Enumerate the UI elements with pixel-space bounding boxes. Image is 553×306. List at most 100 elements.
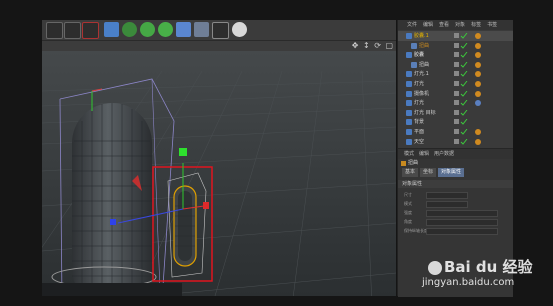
tag-icon[interactable] (474, 61, 484, 69)
menu-view[interactable]: 查看 (439, 20, 449, 30)
visibility-flags[interactable] (454, 71, 468, 78)
attribute-title-text: 扭曲 (408, 160, 419, 166)
visibility-flags[interactable] (454, 99, 468, 106)
background-icon (406, 119, 412, 126)
menu-edit[interactable]: 编辑 (423, 20, 433, 30)
tag-icon[interactable] (474, 42, 484, 50)
object-row[interactable]: 灯光 目标 (398, 108, 513, 118)
tab-basic[interactable]: 基本 (402, 168, 419, 177)
property-field[interactable] (426, 228, 498, 235)
viewport-3d[interactable]: ✥ ↕ ⟳ ▢ (42, 41, 396, 296)
attribute-tabs: 基本 坐标 对象属性 (398, 168, 513, 177)
menu-tags[interactable]: 标签 (471, 20, 481, 30)
pen-spline-icon[interactable] (122, 22, 137, 37)
object-list: 胶囊.1 扭曲 胶囊 扭曲 灯光.1 灯光 摄像机 灯光 灯光 目标 背景 平面 天空 (398, 31, 513, 147)
deformer-icon (401, 161, 406, 166)
object-name: 背景 (414, 119, 425, 126)
viewport-header: ✥ ↕ ⟳ ▢ (42, 41, 396, 51)
visibility-flags[interactable] (454, 138, 468, 145)
capsule-icon (406, 33, 412, 39)
property-label: 保持纵轴长度 (404, 228, 428, 233)
tag-icon[interactable] (474, 51, 484, 59)
plane-icon (406, 129, 412, 135)
baidu-watermark-logo: Bai du 经验 (428, 256, 533, 277)
sky-icon (406, 138, 412, 145)
subdivision-icon[interactable] (140, 22, 155, 37)
object-row[interactable]: 灯光 (398, 79, 513, 89)
light-icon (406, 100, 412, 107)
tag-icon[interactable] (474, 32, 484, 40)
visibility-flags[interactable] (454, 80, 468, 87)
target-icon (406, 109, 412, 116)
property-field[interactable] (426, 201, 468, 208)
attribute-title: 扭曲 (398, 159, 513, 168)
object-row[interactable]: 胶囊.1 (398, 31, 513, 41)
object-name: 胶囊 (414, 52, 425, 59)
object-name: 胶囊.1 (414, 33, 429, 39)
light-bulb-icon[interactable] (232, 22, 247, 37)
tag-icon[interactable] (474, 70, 484, 78)
object-manager-panel: 文件 编辑 查看 对象 标签 书签 胶囊.1 扭曲 胶囊 扭曲 灯光.1 灯光 摄像机 灯光灯… (397, 20, 513, 297)
object-row[interactable]: 平面 (398, 127, 513, 137)
menu-object[interactable]: 对象 (455, 20, 465, 30)
property-label: 强度 (404, 210, 412, 215)
attr-menu-mode[interactable]: 模式 (404, 149, 414, 159)
property-field[interactable] (426, 192, 468, 199)
deformer-bend-icon[interactable] (176, 22, 191, 37)
object-row[interactable]: 摄像机 (398, 89, 513, 99)
object-name: 灯光.1 (414, 71, 429, 78)
tab-coord[interactable]: 坐标 (420, 168, 437, 177)
object-name: 扭曲 (419, 42, 430, 49)
object-name: 扭曲 (419, 61, 430, 68)
light-icon (406, 71, 412, 78)
render-view-icon[interactable] (46, 22, 63, 39)
visibility-flags[interactable] (454, 51, 468, 58)
camera-icon (406, 90, 412, 97)
visibility-flags[interactable] (454, 42, 468, 49)
tag-icon[interactable] (474, 80, 484, 88)
capsule-icon (406, 52, 412, 59)
visibility-flags[interactable] (454, 128, 468, 135)
property-label: 角度 (404, 219, 412, 224)
object-name: 平面 (414, 129, 425, 135)
tag-icon[interactable] (474, 99, 484, 107)
object-row[interactable]: 灯光 (398, 98, 513, 108)
object-name: 灯光 (414, 100, 425, 107)
object-row[interactable]: 胶囊 (398, 50, 513, 60)
object-manager-menu: 文件 编辑 查看 对象 标签 书签 (398, 20, 513, 30)
screenshot: ✥ ↕ ⟳ ▢ 文件 编辑 查看 对象 标签 书签 胶囊.1 扭曲 胶囊 扭曲 … (0, 0, 553, 306)
object-name: 灯光 (414, 81, 425, 87)
base-disc (42, 283, 182, 296)
visibility-flags[interactable] (454, 32, 468, 39)
attr-menu-userdata[interactable]: 用户数据 (434, 149, 454, 159)
deformer-icon (411, 61, 417, 68)
menu-file[interactable]: 文件 (407, 20, 417, 30)
viewport-nav-icons[interactable]: ✥ ↕ ⟳ ▢ (352, 41, 394, 51)
floor-scene-icon[interactable] (194, 22, 209, 37)
array-icon[interactable] (158, 22, 173, 37)
visibility-flags[interactable] (454, 61, 468, 68)
object-row[interactable]: 背景 (398, 117, 513, 127)
object-row[interactable]: 扭曲 (398, 60, 513, 70)
property-field[interactable] (426, 219, 498, 226)
object-row[interactable]: 扭曲 (398, 41, 513, 51)
property-label: 尺寸 (404, 192, 412, 197)
object-row[interactable]: 灯光.1 (398, 69, 513, 79)
object-row[interactable]: 天空 (398, 137, 513, 147)
camera-icon[interactable] (212, 22, 229, 39)
tag-icon[interactable] (474, 138, 484, 146)
menu-bookmarks[interactable]: 书签 (487, 20, 497, 30)
baidu-watermark-url: jingyan.baidu.com (422, 277, 515, 288)
tag-icon[interactable] (474, 128, 484, 136)
render-settings-icon[interactable] (82, 22, 99, 39)
visibility-flags[interactable] (454, 119, 468, 126)
visibility-flags[interactable] (454, 109, 468, 116)
cube-icon[interactable] (104, 22, 119, 37)
render-picture-icon[interactable] (64, 22, 81, 39)
visibility-flags[interactable] (454, 90, 468, 97)
tag-icon[interactable] (474, 90, 484, 98)
tab-object[interactable]: 对象属性 (438, 168, 465, 177)
property-field[interactable] (426, 210, 498, 217)
attr-menu-edit[interactable]: 编辑 (419, 149, 429, 159)
deformer-icon (411, 42, 417, 49)
